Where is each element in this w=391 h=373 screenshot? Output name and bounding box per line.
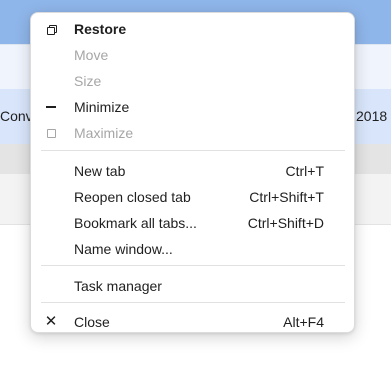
menu-item-shortcut: Ctrl+Shift+D [247,215,324,231]
menu-item-shortcut: Alt+F4 [283,314,324,330]
menu-separator [41,150,345,151]
menu-item-restore[interactable]: Restore [31,16,354,42]
menu-item-move[interactable]: Move [31,42,354,68]
menu-item-label: Bookmark all tabs... [74,215,197,231]
menu-item-label: Size [74,73,102,89]
menu-item-label: Name window... [74,241,173,257]
menu-item-size[interactable]: Size [31,68,354,94]
menu-item-label: Close [74,314,110,330]
menu-item-name-window[interactable]: Name window... [31,236,354,262]
maximize-icon [42,124,60,142]
menu-item-label: Maximize [74,125,134,141]
menu-item-bookmark-all-tabs[interactable]: Bookmark all tabs... Ctrl+Shift+D [31,210,354,236]
minimize-icon [42,98,60,116]
menu-item-reopen-closed-tab[interactable]: Reopen closed tab Ctrl+Shift+T [31,184,354,210]
menu-item-label: Restore [74,21,127,37]
menu-item-label: Move [74,47,109,63]
restore-icon [42,20,60,38]
window-context-menu: Restore Move Size Minimize Maximize New … [30,12,355,333]
menu-item-label: Task manager [74,278,162,294]
menu-item-label: New tab [74,163,126,179]
menu-item-maximize[interactable]: Maximize [31,120,354,146]
menu-item-label: Reopen closed tab [74,189,191,205]
menu-item-new-tab[interactable]: New tab Ctrl+T [31,158,354,184]
menu-item-shortcut: Ctrl+Shift+T [249,189,324,205]
menu-item-close[interactable]: ✕ Close Alt+F4 [31,309,354,335]
background-row-text-left: Conv [0,108,33,124]
menu-separator [41,265,345,266]
close-icon: ✕ [44,313,58,330]
menu-item-label: Minimize [74,99,130,115]
menu-separator [41,302,345,303]
menu-item-shortcut: Ctrl+T [285,163,325,179]
menu-item-minimize[interactable]: Minimize [31,94,354,120]
menu-item-task-manager[interactable]: Task manager [31,273,354,299]
